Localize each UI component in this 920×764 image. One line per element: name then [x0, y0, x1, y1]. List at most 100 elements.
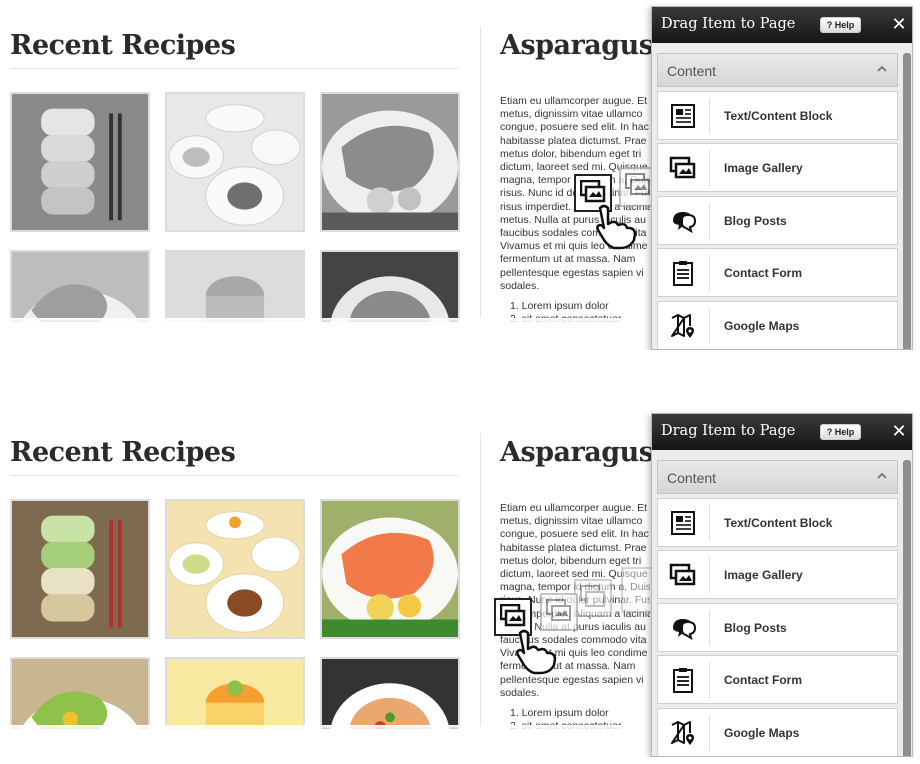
asparagus-title: Asparagus — [500, 437, 654, 468]
item-separator — [709, 98, 710, 134]
recipe-thumbnail[interactable] — [165, 499, 305, 639]
image-gallery-icon — [669, 156, 696, 179]
help-button[interactable]: ? Help — [820, 17, 861, 33]
item-separator — [709, 255, 710, 291]
drag-item-panel[interactable]: Drag Item to Page ? Help ✕ Content Text/… — [651, 6, 913, 350]
salmon-image — [322, 501, 458, 637]
panel-title: Drag Item to Page — [661, 423, 796, 439]
panel-item-label: Google Maps — [724, 319, 800, 333]
clipboard-icon — [673, 668, 693, 693]
panel-title: Drag Item to Page — [661, 16, 796, 32]
panel-item-label: Text/Content Block — [724, 516, 833, 530]
item-separator — [709, 308, 710, 344]
drag-item-panel[interactable]: Drag Item to Page ? Help ✕ Content Text/… — [651, 413, 913, 757]
chevron-up-icon — [877, 472, 887, 479]
panel-item-image-gallery[interactable]: Image Gallery — [657, 550, 898, 599]
chevron-up-icon — [877, 65, 887, 72]
image-gallery-icon — [546, 599, 571, 621]
frame-top: Recent Recipes Asparagus Etiam eu ullamc… — [0, 0, 920, 350]
recipe-thumbnail[interactable] — [165, 92, 305, 232]
content-section-header[interactable]: Content — [657, 53, 898, 87]
close-icon[interactable]: ✕ — [889, 420, 909, 442]
map-pin-icon — [671, 314, 694, 338]
salmon-image — [322, 94, 458, 230]
item-separator — [709, 505, 710, 541]
panel-item-contact-form[interactable]: Contact Form — [657, 248, 898, 297]
item-separator — [709, 203, 710, 239]
item-separator — [709, 715, 710, 751]
plates-image — [167, 501, 303, 637]
item-separator — [709, 662, 710, 698]
title-rule — [10, 68, 458, 69]
chat-bubbles-icon — [673, 619, 697, 641]
panel-header: Drag Item to Page ? Help ✕ — [652, 7, 912, 43]
hand-cursor-icon — [596, 204, 637, 250]
plates-image — [167, 94, 303, 230]
pasta-image — [322, 252, 458, 322]
panel-item-label: Text/Content Block — [724, 109, 833, 123]
dessert-image — [167, 659, 303, 729]
recipe-thumbnail[interactable] — [10, 250, 150, 322]
text-block-icon — [671, 511, 695, 535]
panel-item-blog-posts[interactable]: Blog Posts — [657, 603, 898, 652]
recipe-thumbnail[interactable] — [10, 499, 150, 639]
panel-item-text-content-block[interactable]: Text/Content Block — [657, 498, 898, 547]
image-gallery-icon — [625, 173, 650, 195]
panel-item-label: Google Maps — [724, 726, 800, 740]
drag-ghost-trail — [574, 579, 612, 617]
pasta-image — [322, 659, 458, 729]
dessert-image — [167, 252, 303, 322]
title-rule — [10, 475, 458, 476]
map-pin-icon — [671, 721, 694, 745]
panel-item-google-maps[interactable]: Google Maps — [657, 301, 898, 349]
recent-recipes-title: Recent Recipes — [10, 437, 236, 468]
recipe-thumbnail[interactable] — [165, 657, 305, 729]
recipe-thumbnail[interactable] — [320, 657, 460, 729]
help-button[interactable]: ? Help — [820, 424, 861, 440]
column-divider — [480, 26, 481, 322]
recipe-thumbnail[interactable] — [165, 250, 305, 322]
sushi-image — [12, 94, 148, 230]
salad-image — [12, 252, 148, 322]
panel-scrollbar[interactable] — [903, 53, 911, 349]
panel-item-contact-form[interactable]: Contact Form — [657, 655, 898, 704]
column-divider — [480, 433, 481, 729]
clipboard-icon — [673, 261, 693, 286]
image-gallery-icon — [580, 180, 606, 203]
panel-scrollbar[interactable] — [903, 460, 911, 756]
recipe-thumbnail[interactable] — [10, 657, 150, 729]
drag-ghost-trail — [540, 593, 578, 631]
panel-item-label: Contact Form — [724, 266, 802, 280]
hand-cursor-icon — [516, 629, 557, 675]
section-label: Content — [667, 470, 717, 486]
item-separator — [709, 557, 710, 593]
section-label: Content — [667, 63, 717, 79]
recipe-thumbnail[interactable] — [320, 499, 460, 639]
chat-bubbles-icon — [673, 212, 697, 234]
close-icon[interactable]: ✕ — [889, 13, 909, 35]
list-item: 1. Lorem ipsum dolor — [510, 300, 609, 312]
panel-item-blog-posts[interactable]: Blog Posts — [657, 196, 898, 245]
list-item: 1. Lorem ipsum dolor — [510, 707, 609, 719]
recipe-thumbnail[interactable] — [320, 92, 460, 232]
recipe-thumbnail[interactable] — [10, 92, 150, 232]
panel-item-label: Contact Form — [724, 673, 802, 687]
image-gallery-icon — [500, 604, 526, 627]
asparagus-title: Asparagus — [500, 30, 654, 61]
panel-item-image-gallery[interactable]: Image Gallery — [657, 143, 898, 192]
image-gallery-icon — [580, 585, 605, 607]
text-block-icon — [671, 104, 695, 128]
panel-item-label: Image Gallery — [724, 161, 803, 175]
panel-header: Drag Item to Page ? Help ✕ — [652, 414, 912, 450]
panel-item-label: Blog Posts — [724, 214, 787, 228]
panel-item-label: Blog Posts — [724, 621, 787, 635]
content-section-header[interactable]: Content — [657, 460, 898, 494]
panel-item-google-maps[interactable]: Google Maps — [657, 708, 898, 756]
item-separator — [709, 610, 710, 646]
recipe-thumbnail[interactable] — [320, 250, 460, 322]
image-gallery-icon — [669, 563, 696, 586]
panel-item-text-content-block[interactable]: Text/Content Block — [657, 91, 898, 140]
item-separator — [709, 150, 710, 186]
sushi-image — [12, 501, 148, 637]
recent-recipes-title: Recent Recipes — [10, 30, 236, 61]
